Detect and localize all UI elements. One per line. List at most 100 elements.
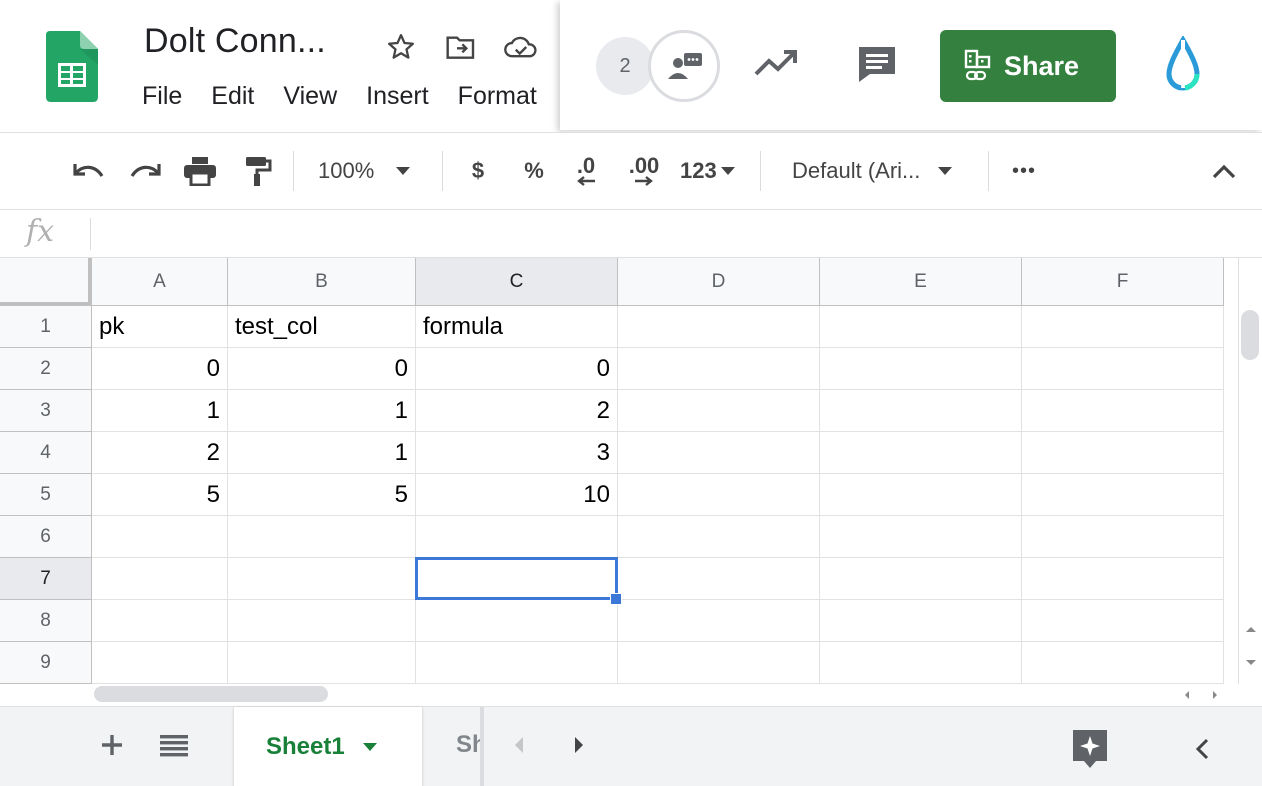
cell-d3[interactable] [618, 390, 820, 432]
side-panel-toggle-icon[interactable] [1194, 737, 1212, 766]
cell-b2[interactable]: 0 [228, 348, 416, 390]
cell-f4[interactable] [1022, 432, 1224, 474]
cell-c4[interactable]: 3 [416, 432, 618, 474]
collaborator-count[interactable]: 2 [596, 37, 654, 95]
menu-format[interactable]: Format [458, 82, 537, 111]
cell-f9[interactable] [1022, 642, 1224, 684]
cell-a2[interactable]: 0 [92, 348, 228, 390]
cell-d4[interactable] [618, 432, 820, 474]
menu-file[interactable]: File [142, 82, 182, 111]
cell-f7[interactable] [1022, 558, 1224, 600]
cell-e2[interactable] [820, 348, 1022, 390]
cell-a7[interactable] [92, 558, 228, 600]
move-to-folder-icon[interactable] [442, 28, 480, 66]
formula-input[interactable] [100, 218, 1240, 250]
increase-decimal-button[interactable]: .00 [624, 151, 664, 191]
cell-e5[interactable] [820, 474, 1022, 516]
column-header-a[interactable]: A [92, 258, 228, 306]
select-all-corner[interactable] [0, 258, 92, 306]
column-header-c[interactable]: C [416, 258, 618, 306]
row-header-8[interactable]: 8 [0, 600, 92, 642]
cell-c9[interactable] [416, 642, 618, 684]
scroll-up-icon[interactable] [1244, 624, 1258, 634]
cell-b3[interactable]: 1 [228, 390, 416, 432]
redo-icon[interactable] [126, 151, 166, 191]
cell-e8[interactable] [820, 600, 1022, 642]
star-icon[interactable] [382, 28, 420, 66]
cell-e6[interactable] [820, 516, 1022, 558]
cell-a4[interactable]: 2 [92, 432, 228, 474]
format-percent-button[interactable]: % [518, 151, 550, 191]
cell-f3[interactable] [1022, 390, 1224, 432]
cell-f8[interactable] [1022, 600, 1224, 642]
menu-insert[interactable]: Insert [366, 82, 429, 111]
cell-b1[interactable]: test_col [228, 306, 416, 348]
all-sheets-icon[interactable] [158, 733, 190, 764]
share-button[interactable]: Share [940, 30, 1116, 102]
undo-icon[interactable] [68, 151, 108, 191]
vertical-scroll-thumb[interactable] [1241, 310, 1259, 360]
cell-c1[interactable]: formula [416, 306, 618, 348]
cell-b9[interactable] [228, 642, 416, 684]
font-family-select[interactable]: Default (Ari... [792, 151, 972, 191]
cell-a6[interactable] [92, 516, 228, 558]
sheets-logo-icon[interactable] [46, 31, 98, 102]
more-formats-select[interactable]: 123 [680, 151, 744, 191]
cell-c8[interactable] [416, 600, 618, 642]
row-header-3[interactable]: 3 [0, 390, 92, 432]
cell-d7[interactable] [618, 558, 820, 600]
tab-scroll-left-icon[interactable] [510, 733, 528, 762]
cell-d6[interactable] [618, 516, 820, 558]
row-header-4[interactable]: 4 [0, 432, 92, 474]
format-currency-button[interactable]: $ [462, 151, 494, 191]
menu-edit[interactable]: Edit [211, 82, 254, 111]
scroll-left-icon[interactable] [1182, 689, 1192, 701]
cell-a1[interactable]: pk [92, 306, 228, 348]
cell-b5[interactable]: 5 [228, 474, 416, 516]
add-sheet-icon[interactable] [98, 731, 126, 764]
zoom-select[interactable]: 100% [318, 151, 430, 191]
column-header-f[interactable]: F [1022, 258, 1224, 306]
activity-trend-icon[interactable] [754, 48, 798, 83]
print-icon[interactable] [180, 151, 220, 191]
cell-a3[interactable]: 1 [92, 390, 228, 432]
cell-e7[interactable] [820, 558, 1022, 600]
active-cell-selection[interactable] [415, 557, 618, 600]
decrease-decimal-button[interactable]: .0 [568, 151, 604, 191]
cell-b8[interactable] [228, 600, 416, 642]
cell-b6[interactable] [228, 516, 416, 558]
row-header-5[interactable]: 5 [0, 474, 92, 516]
cell-c6[interactable] [416, 516, 618, 558]
cell-d2[interactable] [618, 348, 820, 390]
cell-f5[interactable] [1022, 474, 1224, 516]
cell-e9[interactable] [820, 642, 1022, 684]
cell-a8[interactable] [92, 600, 228, 642]
cell-f1[interactable] [1022, 306, 1224, 348]
cell-d1[interactable] [618, 306, 820, 348]
dolt-drop-icon[interactable] [1166, 34, 1200, 99]
paint-format-icon[interactable] [238, 151, 278, 191]
cell-e1[interactable] [820, 306, 1022, 348]
cell-d8[interactable] [618, 600, 820, 642]
row-header-9[interactable]: 9 [0, 642, 92, 684]
scroll-right-icon[interactable] [1210, 689, 1220, 701]
cell-d9[interactable] [618, 642, 820, 684]
cell-b7[interactable] [228, 558, 416, 600]
comments-icon[interactable] [856, 44, 898, 89]
cell-e4[interactable] [820, 432, 1022, 474]
vertical-scrollbar[interactable] [1238, 258, 1262, 684]
cell-e3[interactable] [820, 390, 1022, 432]
fill-handle[interactable] [610, 593, 622, 605]
cell-a5[interactable]: 5 [92, 474, 228, 516]
explore-icon[interactable] [1070, 727, 1110, 776]
chat-collaborators-icon[interactable] [648, 30, 720, 102]
cell-c5[interactable]: 10 [416, 474, 618, 516]
cell-f6[interactable] [1022, 516, 1224, 558]
cloud-saved-icon[interactable] [502, 28, 540, 66]
cell-f2[interactable] [1022, 348, 1224, 390]
collapse-menus-icon[interactable] [1208, 151, 1240, 191]
more-options-button[interactable]: ••• [1006, 151, 1042, 191]
column-header-e[interactable]: E [820, 258, 1022, 306]
row-header-2[interactable]: 2 [0, 348, 92, 390]
column-header-d[interactable]: D [618, 258, 820, 306]
